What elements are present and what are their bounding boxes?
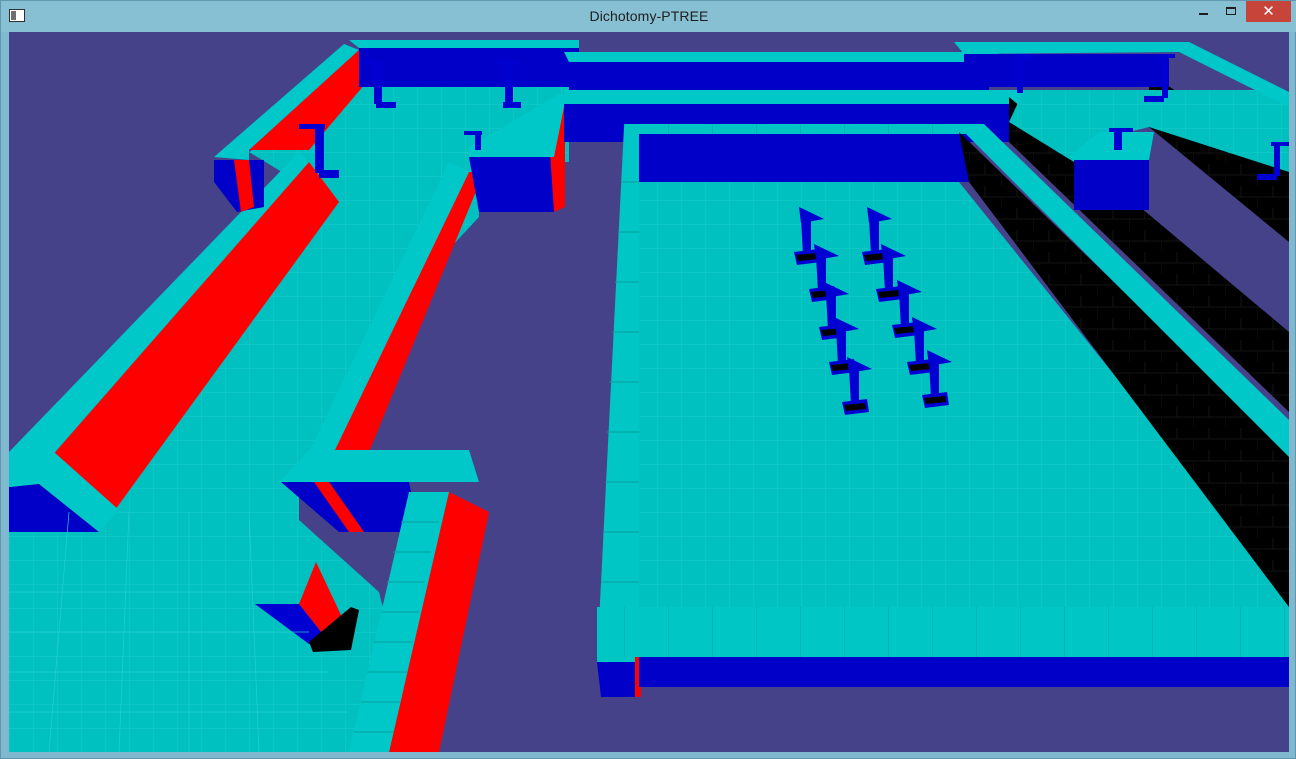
wall-block-mid-face bbox=[469, 157, 554, 212]
wall-main-front-face bbox=[639, 657, 1289, 687]
maximize-icon bbox=[1226, 7, 1236, 15]
wall-top-back-center-2 bbox=[564, 90, 1029, 104]
wall-main-front-top bbox=[597, 607, 1289, 657]
3d-viewport[interactable] bbox=[9, 32, 1289, 752]
close-icon: ✕ bbox=[1262, 3, 1275, 20]
title-bar[interactable]: Dichotomy-PTREE ✕ bbox=[1, 1, 1296, 32]
minimize-button[interactable] bbox=[1191, 1, 1217, 22]
wall-main-left-face bbox=[597, 662, 639, 697]
minimize-icon bbox=[1199, 13, 1208, 15]
window-title: Dichotomy-PTREE bbox=[589, 8, 709, 24]
wall-main-back-top bbox=[624, 124, 984, 134]
close-button[interactable]: ✕ bbox=[1246, 1, 1291, 22]
wall-main-back-face bbox=[639, 132, 969, 182]
wall-back-center bbox=[569, 60, 989, 92]
scene-render bbox=[9, 32, 1289, 752]
app-window: Dichotomy-PTREE ✕ bbox=[0, 0, 1296, 759]
wall-top-back-upper-left bbox=[349, 40, 579, 48]
wall-far-right-back-face bbox=[964, 54, 1169, 87]
wall-far-right-block bbox=[1074, 160, 1149, 210]
wall-back-upper-left bbox=[359, 46, 579, 87]
wall-lower-block-top bbox=[279, 450, 479, 482]
maximize-button[interactable] bbox=[1218, 1, 1245, 22]
wall-top-back-center bbox=[564, 52, 999, 62]
